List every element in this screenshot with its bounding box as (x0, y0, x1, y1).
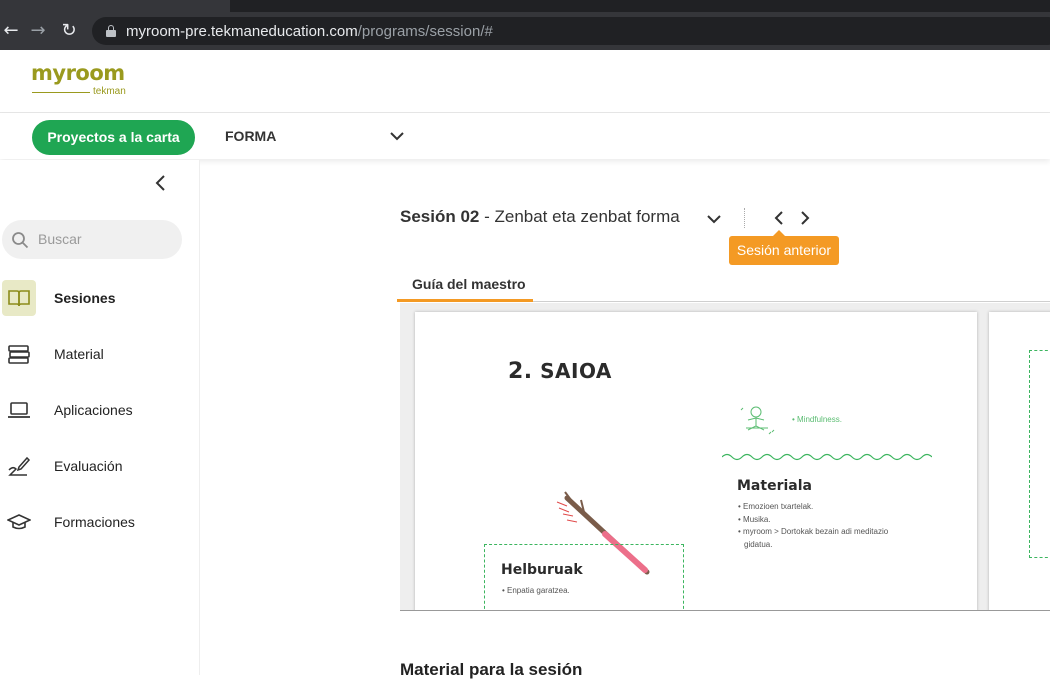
lock-icon (106, 25, 116, 37)
book-icon (2, 280, 36, 316)
browser-tab-strip (0, 0, 1050, 12)
wave-divider (722, 453, 932, 461)
sidebar-item-label: Sesiones (54, 290, 116, 306)
url-host: myroom-pre.tekmaneducation.com (126, 23, 358, 40)
chevron-down-icon[interactable] (388, 127, 406, 145)
forward-arrow-icon[interactable]: → (27, 20, 49, 42)
sidebar-item-formaciones[interactable]: Formaciones (0, 504, 200, 540)
sidebar-item-label: Aplicaciones (54, 402, 133, 418)
program-bar: Proyectos a la carta FORMA (0, 113, 1050, 159)
sidebar-item-label: Formaciones (54, 514, 135, 530)
graduation-cap-icon (2, 504, 36, 540)
previous-session-icon[interactable] (770, 208, 788, 228)
back-arrow-icon[interactable]: ← (0, 20, 22, 42)
next-session-icon[interactable] (796, 208, 814, 228)
reload-icon[interactable]: ↻ (58, 20, 80, 42)
material-section-heading: Material para la sesión (400, 660, 583, 679)
project-selector-label[interactable]: FORMA (225, 128, 276, 144)
browser-tab[interactable] (0, 0, 230, 12)
stack-icon (2, 336, 36, 372)
chevron-down-icon[interactable] (705, 210, 723, 228)
tab-guia-del-maestro[interactable]: Guía del maestro (397, 272, 533, 302)
url-field[interactable]: myroom-pre.tekmaneducation.com/programs/… (92, 17, 1050, 45)
list-item: • Musika. (738, 514, 771, 524)
logo-underline (32, 92, 90, 93)
url-path: /programs/session/# (357, 23, 493, 40)
saioa-number: 2. (508, 359, 533, 384)
search-icon (12, 232, 29, 249)
divider (744, 208, 745, 228)
logo-word: myroom (31, 61, 125, 85)
previous-session-tooltip: Sesión anterior (729, 230, 839, 265)
page-frame (1029, 350, 1050, 558)
saioa-word: SAIOA (540, 359, 612, 383)
sidebar-item-label: Evaluación (54, 458, 123, 474)
list-item: • Emozioen txartelak. (738, 502, 814, 511)
document-page (989, 312, 1050, 610)
myroom-logo[interactable]: myroom tekman (31, 61, 131, 97)
session-title[interactable]: Sesión 02 - Zenbat eta zenbat forma (400, 207, 680, 227)
sidebar-item-aplicaciones[interactable]: Aplicaciones (0, 392, 200, 428)
list-item: gidatua. (744, 539, 773, 549)
sidebar-item-label: Material (54, 346, 104, 362)
laptop-icon (2, 392, 36, 428)
mindfulness-figure-icon (740, 406, 775, 435)
saioa-heading: 2. SAIOA (508, 359, 612, 384)
collapse-sidebar-icon[interactable] (150, 172, 172, 194)
mindfulness-text: • Mindfulness. (792, 415, 842, 424)
logo-sub: tekman (93, 86, 126, 97)
document-viewer[interactable]: 2. SAIOA • Mindfulness. Materiala • Emoz… (400, 303, 1050, 610)
program-pill-button[interactable]: Proyectos a la carta (32, 120, 195, 155)
session-number: Sesión 02 (400, 207, 480, 226)
sidebar-item-material[interactable]: Material (0, 336, 200, 372)
sidebar: Buscar Sesiones Material Aplicaciones Ev… (0, 160, 200, 675)
helburuak-title: Helburuak (501, 562, 583, 578)
session-name: - Zenbat eta zenbat forma (479, 207, 680, 226)
pen-icon (2, 448, 36, 484)
materiala-list: • Emozioen txartelak. • Musika. • myroom… (738, 501, 888, 551)
viewer-bottom-border (400, 610, 1050, 611)
search-input[interactable]: Buscar (2, 220, 182, 259)
sidebar-item-sesiones[interactable]: Sesiones (0, 280, 200, 316)
helburuak-item: • Enpatia garatzea. (502, 586, 570, 595)
sidebar-item-evaluacion[interactable]: Evaluación (0, 448, 200, 484)
browser-address-bar: ← → ↻ myroom-pre.tekmaneducation.com/pro… (0, 12, 1050, 50)
list-item: • myroom > Dortokak bezain adi meditazio (738, 527, 889, 536)
app-header: myroom tekman (0, 50, 1050, 113)
url-text: myroom-pre.tekmaneducation.com/programs/… (126, 23, 493, 40)
search-placeholder: Buscar (38, 231, 82, 247)
materiala-title: Materiala (737, 478, 812, 494)
document-page: 2. SAIOA • Mindfulness. Materiala • Emoz… (415, 312, 977, 610)
